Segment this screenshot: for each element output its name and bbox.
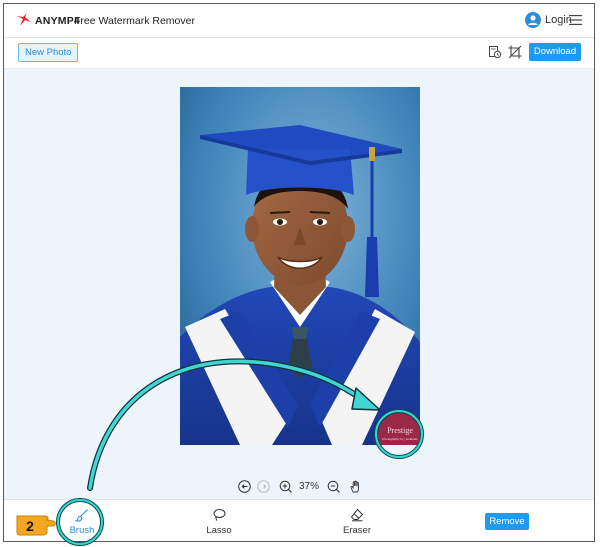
zoom-controls: 37% bbox=[236, 480, 366, 494]
brush-tool-button[interactable]: Brush bbox=[57, 508, 107, 536]
app-title: Free Watermark Remover bbox=[74, 15, 195, 27]
brush-icon bbox=[75, 509, 88, 522]
pan-hand-icon[interactable] bbox=[349, 480, 362, 493]
remove-button[interactable]: Remove bbox=[485, 513, 529, 530]
undo-icon[interactable] bbox=[238, 480, 251, 493]
login-link[interactable]: Login bbox=[545, 14, 572, 26]
hamburger-menu-icon[interactable] bbox=[569, 14, 582, 26]
lasso-tool-button[interactable]: Lasso bbox=[194, 508, 244, 536]
top-bar: ANYMP4 Free Watermark Remover Login bbox=[4, 4, 594, 38]
redo-icon[interactable] bbox=[257, 480, 270, 493]
editing-canvas[interactable]: Prestige Photography by | Hollands 37% bbox=[4, 69, 594, 499]
download-button[interactable]: Download bbox=[529, 43, 581, 61]
eraser-label: Eraser bbox=[343, 525, 371, 536]
lasso-label: Lasso bbox=[206, 525, 232, 536]
app-window: ANYMP4 Free Watermark Remover Login New … bbox=[3, 3, 595, 542]
photo-image: Prestige Photography by | Hollands bbox=[180, 87, 420, 445]
zoom-level: 37% bbox=[299, 481, 320, 492]
lasso-icon bbox=[213, 509, 226, 521]
watermark-subtext: Photography by | Hollands bbox=[382, 437, 418, 441]
editor-toolbar: New Photo Download bbox=[4, 38, 594, 69]
step-badge: 2 bbox=[16, 515, 56, 536]
crop-icon[interactable] bbox=[508, 45, 522, 59]
anymp4-logo-icon bbox=[17, 13, 31, 26]
zoom-out-icon[interactable] bbox=[327, 480, 340, 493]
zoom-in-icon[interactable] bbox=[279, 480, 292, 493]
tool-bar: Brush Lasso Eraser Remove bbox=[4, 499, 594, 541]
history-icon[interactable] bbox=[488, 45, 502, 59]
eraser-tool-button[interactable]: Eraser bbox=[332, 508, 382, 536]
graduate-photo[interactable]: Prestige Photography by | Hollands bbox=[180, 87, 420, 445]
eraser-icon bbox=[350, 508, 364, 522]
new-photo-button[interactable]: New Photo bbox=[18, 43, 79, 62]
step-number: 2 bbox=[26, 518, 34, 534]
brush-label: Brush bbox=[69, 525, 95, 536]
user-icon[interactable] bbox=[525, 12, 541, 28]
watermark-text: Prestige bbox=[387, 426, 413, 435]
